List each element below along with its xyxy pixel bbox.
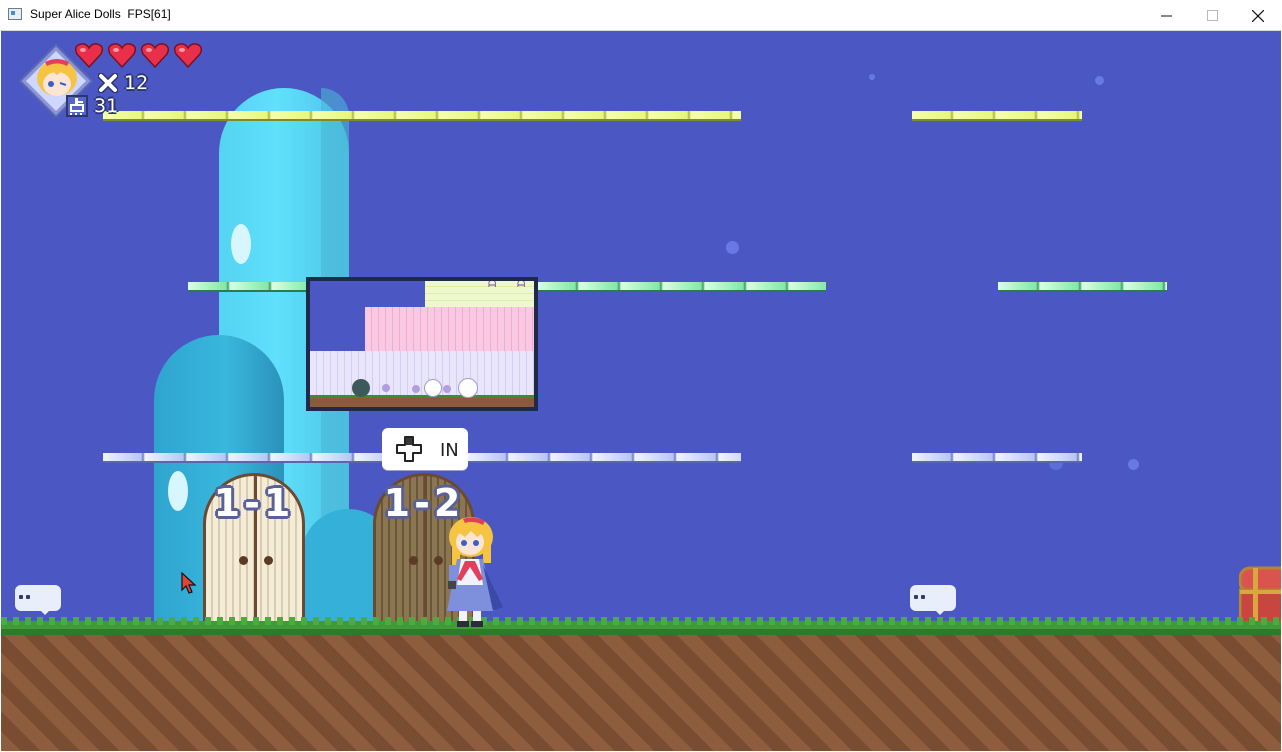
- preview-block-pink: [365, 307, 534, 351]
- ground: [1, 626, 1281, 751]
- door-knob: [409, 556, 418, 565]
- speech-bubble[interactable]: [910, 585, 956, 615]
- bubble-dot: [19, 595, 23, 599]
- points-count: 31: [94, 95, 119, 117]
- preview-doll-icon: [412, 385, 420, 393]
- tooltip-label: IN: [440, 440, 459, 461]
- heart-icon: [75, 43, 103, 68]
- particle: [1128, 459, 1139, 470]
- platform: [912, 111, 1082, 119]
- window-title: Super Alice Dolls FPS[61]: [30, 7, 171, 21]
- window-titlebar[interactable]: Super Alice Dolls FPS[61]: [0, 0, 1282, 31]
- game-viewport[interactable]: ᗩ ᗩ 1-1 1-2 IN 12 31: [1, 31, 1281, 751]
- door-label: 1-1: [213, 481, 295, 525]
- heart-icon: [174, 43, 202, 68]
- close-button[interactable]: [1235, 0, 1281, 31]
- bubble-dot: [26, 595, 30, 599]
- particle: [869, 74, 875, 80]
- lives-count: 12: [124, 72, 149, 94]
- preview-block-lavender: [310, 351, 534, 395]
- dpad-icon: [396, 436, 422, 462]
- preview-ghost-icon: [424, 379, 442, 397]
- minimize-button[interactable]: [1143, 0, 1189, 31]
- heart-icon: [141, 43, 169, 68]
- preview-enemy-icon: ᗩ: [517, 281, 526, 290]
- preview-enemy-icon: ᗩ: [488, 281, 497, 290]
- particle: [1095, 76, 1104, 85]
- bubble-dot: [914, 595, 918, 599]
- platform: [103, 453, 383, 461]
- point-tile-icon: [66, 95, 88, 117]
- platform: [467, 453, 741, 461]
- platform: [998, 282, 1167, 290]
- enter-door-tooltip: IN: [382, 428, 468, 470]
- close-icon: [1252, 9, 1264, 22]
- door-knob: [434, 556, 443, 565]
- door-knob: [264, 556, 273, 565]
- x-mark-icon: [98, 73, 118, 93]
- health-hearts: [75, 42, 202, 68]
- points-counter: 31: [66, 95, 118, 117]
- level-preview: ᗩ ᗩ: [306, 277, 538, 411]
- platform: [912, 453, 1082, 461]
- preview-doll-icon: [382, 384, 390, 392]
- mouse-cursor-icon: [181, 572, 197, 594]
- player-character-alice: [447, 517, 503, 627]
- platform: [537, 282, 826, 290]
- platform: [188, 282, 308, 290]
- pillar-highlight: [168, 471, 188, 511]
- lives-counter: 12: [98, 72, 148, 94]
- particle: [726, 241, 739, 254]
- preview-ground: [310, 395, 534, 407]
- preview-ghost-icon: [458, 378, 478, 398]
- heart-icon: [108, 43, 136, 68]
- preview-doll-icon: [443, 385, 451, 393]
- platform: [103, 111, 741, 119]
- level-preview-image: ᗩ ᗩ: [310, 281, 534, 407]
- door-knob: [239, 556, 248, 565]
- speech-bubble[interactable]: [15, 585, 61, 615]
- bubble-dot: [921, 595, 925, 599]
- preview-dark-blob: [352, 379, 370, 397]
- pillar-highlight: [231, 224, 251, 264]
- maximize-button[interactable]: [1189, 0, 1235, 31]
- minimize-icon: [1160, 15, 1172, 17]
- maximize-icon: [1206, 10, 1218, 21]
- grass-edge: [1, 617, 1281, 625]
- app-icon: [8, 8, 22, 20]
